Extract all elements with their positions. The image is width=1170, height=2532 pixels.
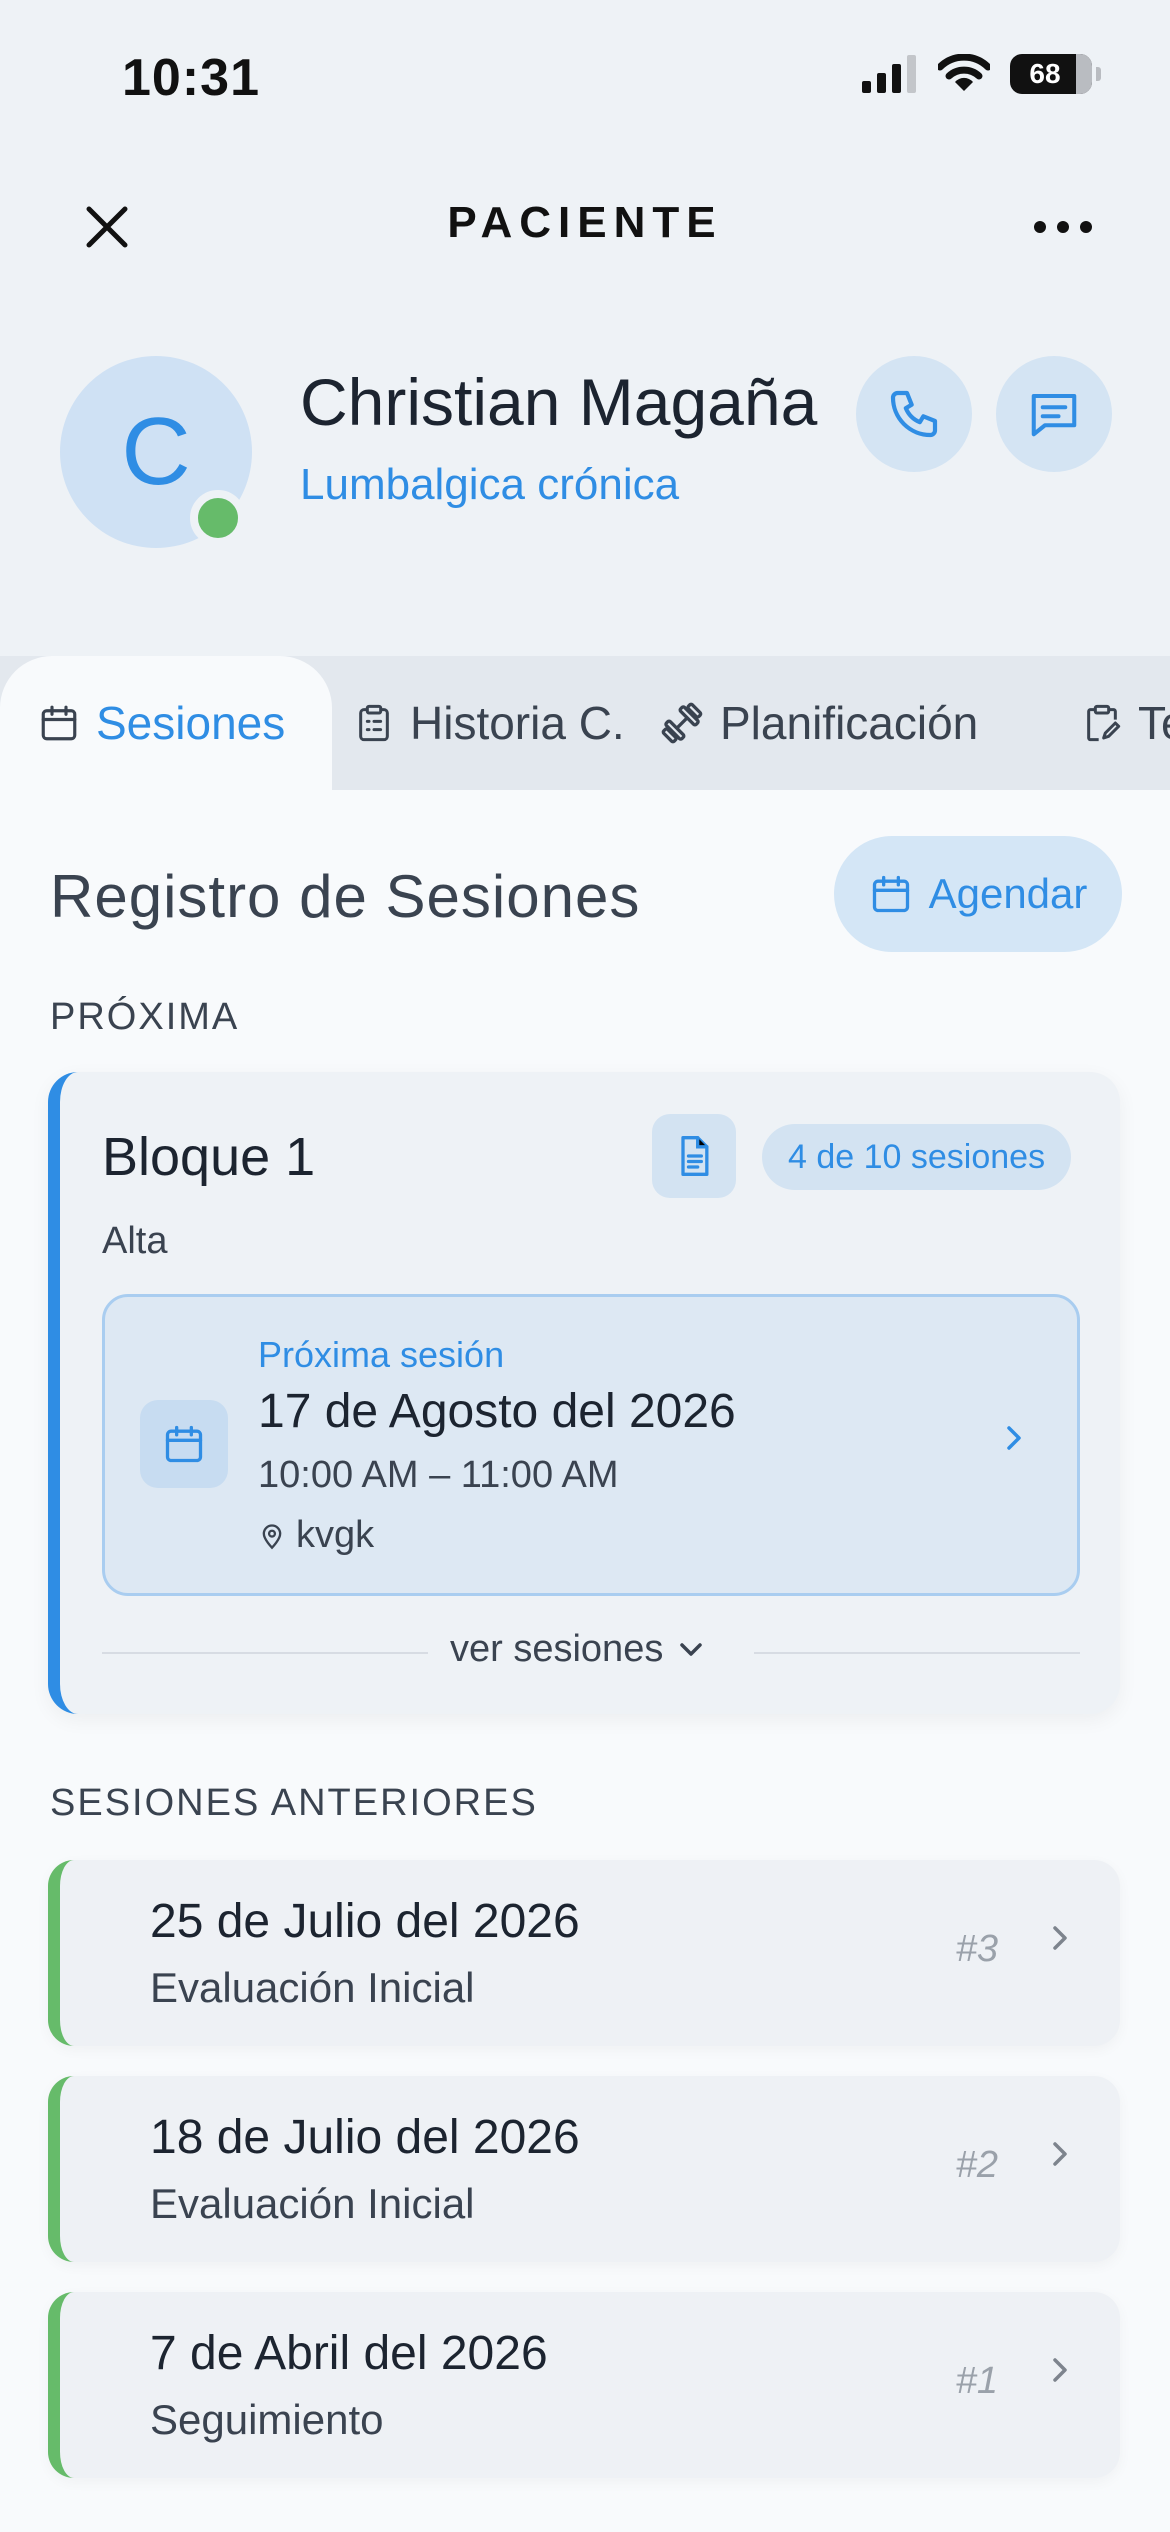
patient-diagnosis: Lumbalgica crónica bbox=[300, 460, 680, 509]
session-type: Evaluación Inicial bbox=[150, 1964, 475, 2011]
chevron-right-icon bbox=[1053, 2142, 1067, 2166]
previous-session-card[interactable]: 18 de Julio del 2026 Evaluación Inicial … bbox=[48, 2076, 1120, 2262]
patient-screen: 10:31 68 PACIENTE C Christian Magaña Lum… bbox=[0, 0, 1170, 2532]
next-session-icon-box bbox=[140, 1400, 228, 1488]
battery-indicator: 68 bbox=[1010, 54, 1101, 94]
previous-section-label: SESIONES ANTERIORES bbox=[50, 1782, 538, 1824]
tab-sesiones[interactable]: Sesiones bbox=[0, 656, 332, 790]
previous-session-card[interactable]: 25 de Julio del 2026 Evaluación Inicial … bbox=[48, 1860, 1120, 2046]
chevron-right-icon bbox=[1053, 2358, 1067, 2382]
chevron-container bbox=[1050, 2136, 1072, 2177]
chevron-right-icon bbox=[1007, 1426, 1021, 1450]
status-icons: 68 bbox=[862, 54, 1101, 94]
battery-level: 68 bbox=[1029, 58, 1061, 89]
previous-session-card[interactable]: 7 de Abril del 2026 Seguimiento #1 bbox=[48, 2292, 1120, 2478]
session-date: 7 de Abril del 2026 bbox=[150, 2327, 548, 2380]
session-date: 25 de Julio del 2026 bbox=[150, 1895, 580, 1948]
tab-planificacion[interactable]: Planificación bbox=[660, 656, 978, 790]
next-session-chevron bbox=[1004, 1420, 1026, 1461]
document-icon bbox=[681, 1136, 709, 1176]
section-title: Registro de Sesiones bbox=[50, 863, 641, 930]
location-text: kvgk bbox=[296, 1514, 375, 1556]
next-session-time: 10:00 AM – 11:00 AM bbox=[258, 1454, 619, 1496]
calendar-icon bbox=[41, 705, 77, 741]
message-button[interactable] bbox=[996, 356, 1112, 472]
wifi-icon bbox=[938, 54, 990, 91]
signal-icon bbox=[862, 55, 916, 93]
more-options-button[interactable] bbox=[1026, 190, 1100, 264]
next-session-card[interactable] bbox=[102, 1294, 1080, 1596]
chevron-container bbox=[1050, 1920, 1072, 1961]
message-icon bbox=[1031, 393, 1077, 437]
location-pin-icon bbox=[262, 1523, 282, 1549]
session-date: 18 de Julio del 2026 bbox=[150, 2111, 580, 2164]
tab-historia[interactable]: Historia C. bbox=[354, 656, 625, 790]
phone-icon bbox=[890, 390, 938, 438]
clipboard-list-icon bbox=[359, 704, 389, 742]
chevron-down-icon bbox=[680, 1642, 703, 1656]
session-number: #2 bbox=[955, 2144, 998, 2186]
divider bbox=[102, 1652, 428, 1654]
patient-name: Christian Magaña bbox=[300, 365, 818, 439]
ver-sesiones-toggle[interactable]: ver sesiones bbox=[450, 1628, 705, 1671]
session-type: Seguimiento bbox=[150, 2396, 384, 2443]
calendar-icon bbox=[872, 875, 909, 913]
online-status-dot bbox=[190, 490, 246, 546]
page-title: PACIENTE bbox=[447, 198, 723, 247]
block-document-button[interactable] bbox=[652, 1114, 736, 1198]
next-session-location: kvgk bbox=[258, 1514, 374, 1557]
divider bbox=[754, 1652, 1080, 1654]
agendar-button[interactable]: Agendar bbox=[834, 836, 1122, 952]
tab-te[interactable]: Te bbox=[1082, 656, 1170, 790]
next-session-label: Próxima sesión bbox=[258, 1334, 505, 1375]
next-session-date: 17 de Agosto del 2026 bbox=[258, 1385, 736, 1438]
ver-sesiones-label: ver sesiones bbox=[450, 1628, 664, 1670]
clipboard-edit-icon bbox=[1087, 704, 1121, 742]
session-number: #1 bbox=[955, 2360, 998, 2402]
block-subtitle: Alta bbox=[102, 1220, 168, 1262]
call-button[interactable] bbox=[856, 356, 972, 472]
status-time: 10:31 bbox=[122, 49, 260, 107]
tab-label: Te bbox=[1138, 697, 1170, 749]
session-number: #3 bbox=[955, 1928, 998, 1970]
tab-label: Planificación bbox=[720, 697, 979, 749]
session-type: Evaluación Inicial bbox=[150, 2180, 475, 2227]
calendar-icon bbox=[165, 1425, 203, 1463]
block-title: Bloque 1 bbox=[102, 1127, 316, 1187]
chevron-container bbox=[1050, 2352, 1072, 2393]
tab-label: Historia C. bbox=[410, 697, 625, 749]
more-horizontal-icon bbox=[1034, 221, 1092, 233]
sessions-count-badge: 4 de 10 sesiones bbox=[762, 1124, 1072, 1190]
dumbbell-icon bbox=[661, 702, 703, 744]
tab-label: Sesiones bbox=[96, 697, 286, 749]
agendar-label: Agendar bbox=[928, 870, 1088, 917]
chevron-right-icon bbox=[1053, 1926, 1067, 1950]
next-section-label: PRÓXIMA bbox=[50, 996, 240, 1038]
